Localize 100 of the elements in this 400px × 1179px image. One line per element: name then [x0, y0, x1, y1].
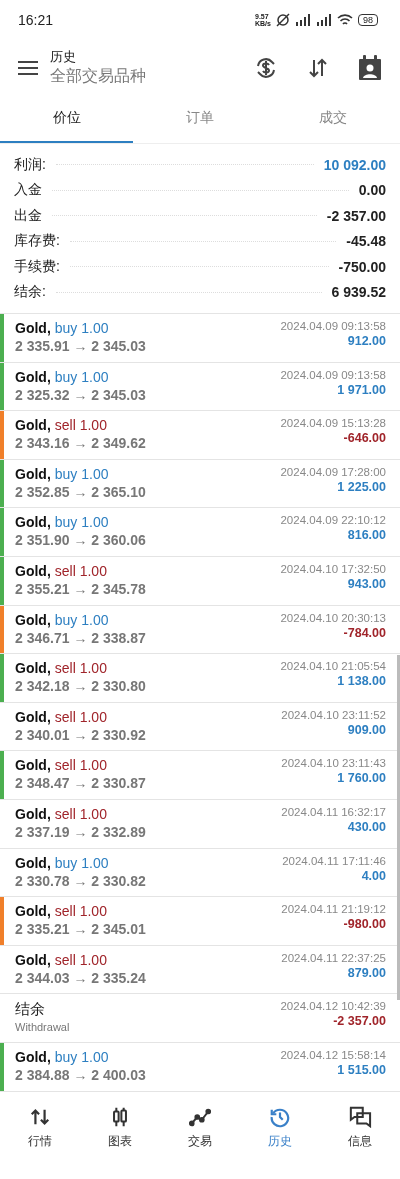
order-type: sell 1.00: [54, 417, 107, 434]
deal-time: 2024.04.10 17:32:50: [280, 562, 386, 575]
symbol-name: Gold,: [15, 320, 51, 336]
order-type: sell 1.00: [54, 951, 107, 968]
deal-comment: Withdrawal: [15, 1021, 70, 1034]
deal-profit: 1 971.00: [337, 382, 386, 397]
order-type: buy 1.00: [54, 368, 109, 385]
deal-time: 2024.04.09 17:28:00: [280, 465, 386, 478]
symbol-name: Gold,: [15, 951, 51, 968]
deal-row[interactable]: Gold, buy 1.00 2 346.71 → 2 338.87 2024.04.10 20:30:13 -784.00: [0, 605, 400, 655]
deal-time: 2024.04.12 15:58:14: [280, 1048, 386, 1061]
symbol-name: Gold,: [15, 854, 51, 871]
deal-time: 2024.04.09 09:13:58: [280, 368, 386, 381]
deal-profit: -2 357.00: [333, 1014, 386, 1029]
deal-time: 2024.04.09 22:10:12: [280, 514, 386, 527]
symbol-filter[interactable]: 全部交易品种: [50, 66, 242, 87]
deal-time: 2024.04.10 20:30:13: [280, 611, 386, 624]
deal-profit: 1 760.00: [337, 771, 386, 786]
summary-label: 库存费:: [14, 232, 60, 251]
deal-time: 2024.04.10 21:05:54: [280, 660, 386, 673]
price-range: 2 348.47 → 2 330.87: [15, 775, 146, 792]
symbol-name: Gold,: [15, 708, 51, 725]
summary-label: 结余:: [14, 283, 46, 302]
order-type: buy 1.00: [54, 1048, 109, 1065]
order-type: sell 1.00: [54, 903, 107, 920]
deal-row[interactable]: Gold, buy 1.00 2 335.91 → 2 345.03 2024.04.09 09:13:58 912.00: [0, 314, 400, 363]
summary-value: -2 357.00: [326, 207, 386, 224]
summary-label: 出金: [14, 206, 42, 225]
order-type: sell 1.00: [54, 708, 107, 725]
summary-value: -45.48: [346, 233, 386, 250]
symbol-name: Gold,: [15, 1048, 51, 1065]
order-type: buy 1.00: [54, 854, 109, 871]
price-range: 2 342.18 → 2 330.80: [15, 678, 146, 695]
deal-row[interactable]: Gold, buy 1.00 2 325.32 → 2 345.03 2024.04.09 09:13:58 1 971.00: [0, 362, 400, 412]
deal-profit: 1 225.00: [337, 479, 386, 494]
deal-time: 2024.04.09 09:13:58: [280, 320, 386, 332]
calendar-person-icon[interactable]: [358, 54, 382, 81]
nav-tab[interactable]: 历史: [240, 1091, 320, 1168]
order-type: buy 1.00: [54, 514, 109, 531]
symbol-name: Gold,: [15, 368, 51, 385]
symbol-name: Gold,: [15, 805, 51, 822]
tab[interactable]: 成交: [266, 95, 400, 143]
order-type: buy 1.00: [54, 465, 109, 482]
order-type: sell 1.00: [54, 660, 107, 677]
deal-profit: 1 138.00: [337, 674, 386, 689]
order-type: sell 1.00: [54, 805, 107, 822]
deal-profit: 1 515.00: [337, 1062, 386, 1077]
screen-title: 历史: [50, 48, 77, 66]
deal-row[interactable]: Gold, sell 1.00 2 343.16 → 2 349.62 2024.04.09 15:13:28 -646.00: [0, 411, 400, 460]
symbol-name: Gold,: [15, 757, 51, 774]
nav-tab[interactable]: 信息: [320, 1091, 400, 1168]
tab[interactable]: 价位: [0, 95, 134, 143]
price-range: 2 340.01 → 2 330.92: [15, 726, 146, 743]
nav-tab[interactable]: 行情: [0, 1091, 80, 1168]
deal-time: 2024.04.10 23:11:52: [281, 708, 386, 721]
deal-row[interactable]: Gold, buy 1.00 2 384.88 → 2 400.03 2024.04.12 15:58:14 1 515.00: [0, 1042, 400, 1092]
deal-profit: 912.00: [347, 334, 386, 348]
symbol-name: Gold,: [15, 417, 51, 434]
price-range: 2 343.16 → 2 349.62: [15, 435, 146, 452]
deal-time: 2024.04.09 15:13:28: [280, 417, 386, 430]
alarm-off-icon: [276, 13, 290, 27]
deal-profit: 816.00: [347, 528, 386, 543]
menu-icon[interactable]: [18, 59, 38, 76]
deal-time: 2024.04.12 10:42:39: [280, 1000, 386, 1013]
price-range: 2 351.90 → 2 360.06: [15, 532, 146, 549]
signal-icon: [316, 14, 332, 26]
deal-row[interactable]: Gold, sell 1.00 2 355.21 → 2 345.78 2024.04.10 17:32:50 943.00: [0, 556, 400, 606]
wifi-icon: [337, 14, 353, 26]
deal-profit: 909.00: [347, 722, 386, 737]
deal-row[interactable]: 结余 Withdrawal 2024.04.12 10:42:39 -2 357.00: [0, 994, 400, 1043]
symbol-name: Gold,: [15, 562, 51, 579]
nav-tab[interactable]: 图表: [80, 1091, 160, 1168]
summary-label: 入金: [14, 181, 42, 200]
deal-time: 2024.04.11 22:37:25: [281, 951, 386, 964]
symbol-name: Gold,: [15, 514, 51, 531]
deal-time: 2024.04.10 23:11:43: [281, 757, 386, 770]
price-range: 2 384.88 → 2 400.03: [15, 1066, 146, 1083]
symbol-name: Gold,: [15, 660, 51, 677]
summary-label: 手续费:: [14, 257, 60, 276]
deal-row[interactable]: Gold, buy 1.00 2 351.90 → 2 360.06 2024.04.09 22:10:12 816.00: [0, 508, 400, 557]
deal-profit: 943.00: [347, 576, 386, 591]
nav-tab[interactable]: 交易: [160, 1091, 240, 1168]
price-range: 2 344.03 → 2 335.24: [15, 969, 146, 986]
order-type: buy 1.00: [54, 320, 109, 336]
summary-label: 利润:: [14, 155, 46, 174]
price-range: 2 335.21 → 2 345.01: [15, 921, 146, 938]
symbol-name: Gold,: [15, 465, 51, 482]
deal-profit: 879.00: [347, 965, 386, 980]
tab[interactable]: 订单: [133, 95, 267, 143]
price-range: 2 352.85 → 2 365.10: [15, 483, 146, 500]
summary-value: 10 092.00: [323, 156, 386, 173]
price-range: 2 325.32 → 2 345.03: [15, 386, 146, 403]
deal-profit: -784.00: [343, 625, 386, 640]
currency-refresh-icon[interactable]: [254, 55, 278, 80]
deal-row[interactable]: Gold, buy 1.00 2 352.85 → 2 365.10 2024.04.09 17:28:00 1 225.00: [0, 459, 400, 509]
price-range: 2 337.19 → 2 332.89: [15, 823, 146, 840]
battery-level: 98: [358, 14, 378, 26]
price-range: 2 330.78 → 2 330.82: [15, 872, 146, 889]
order-type: sell 1.00: [54, 562, 107, 579]
deal-time: 2024.04.11 16:32:17: [281, 805, 386, 818]
